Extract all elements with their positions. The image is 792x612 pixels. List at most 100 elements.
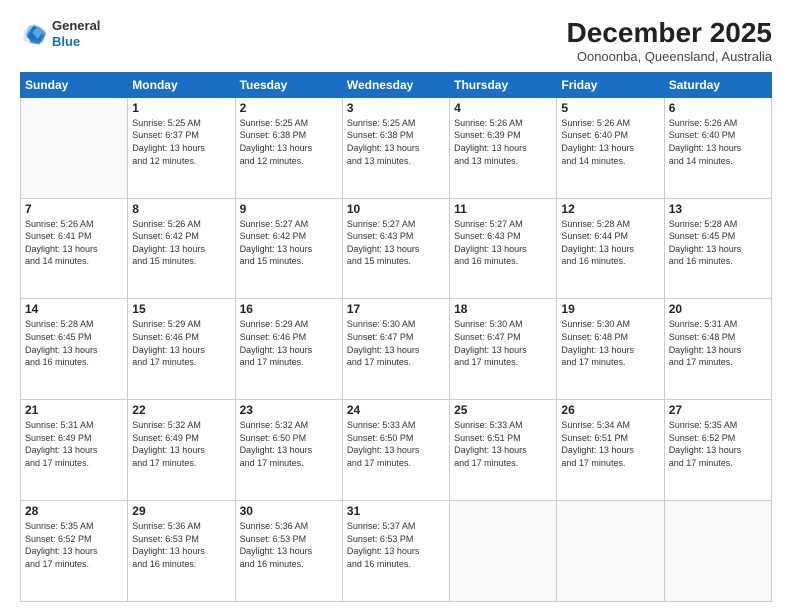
calendar-cell: 15 Sunrise: 5:29 AM Sunset: 6:46 PM Dayli… bbox=[128, 299, 235, 400]
day-number: 14 bbox=[25, 302, 123, 316]
calendar-cell: 7Sunrise: 5:26 AM Sunset: 6:41 PM Daylig… bbox=[21, 198, 128, 299]
day-number: 6 bbox=[669, 101, 767, 115]
cell-sun-info: Sunrise: 5:27 AM Sunset: 6:42 PM Dayligh… bbox=[240, 218, 338, 268]
calendar-cell: 13Sunrise: 5:28 AM Sunset: 6:45 PM Dayli… bbox=[664, 198, 771, 299]
cell-sun-info: Sunrise: 5:35 AM Sunset: 6:52 PM Dayligh… bbox=[25, 520, 123, 570]
cell-sun-info: Sunrise: 5:28 AM Sunset: 6:45 PM Dayligh… bbox=[25, 318, 123, 368]
weekday-header-saturday: Saturday bbox=[664, 72, 771, 97]
title-block: December 2025 Oonoonba, Queensland, Aust… bbox=[567, 18, 772, 64]
calendar-cell: 22 Sunrise: 5:32 AM Sunset: 6:49 PM Dayli… bbox=[128, 400, 235, 501]
calendar-cell: 10 Sunrise: 5:27 AM Sunset: 6:43 PM Dayli… bbox=[342, 198, 449, 299]
calendar-cell: 14 Sunrise: 5:28 AM Sunset: 6:45 PM Dayli… bbox=[21, 299, 128, 400]
day-number: 1 bbox=[132, 101, 230, 115]
location-subtitle: Oonoonba, Queensland, Australia bbox=[567, 49, 772, 64]
calendar-cell: 2Sunrise: 5:25 AM Sunset: 6:38 PM Daylig… bbox=[235, 97, 342, 198]
calendar-cell: 21 Sunrise: 5:31 AM Sunset: 6:49 PM Dayli… bbox=[21, 400, 128, 501]
weekday-header-friday: Friday bbox=[557, 72, 664, 97]
calendar-cell: 8Sunrise: 5:26 AM Sunset: 6:42 PM Daylig… bbox=[128, 198, 235, 299]
day-number: 23 bbox=[240, 403, 338, 417]
calendar-cell bbox=[557, 501, 664, 602]
weekday-header-monday: Monday bbox=[128, 72, 235, 97]
cell-sun-info: Sunrise: 5:28 AM Sunset: 6:44 PM Dayligh… bbox=[561, 218, 659, 268]
cell-sun-info: Sunrise: 5:28 AM Sunset: 6:45 PM Dayligh… bbox=[669, 218, 767, 268]
cell-sun-info: Sunrise: 5:32 AM Sunset: 6:50 PM Dayligh… bbox=[240, 419, 338, 469]
calendar-cell: 17Sunrise: 5:30 AM Sunset: 6:47 PM Dayli… bbox=[342, 299, 449, 400]
day-number: 21 bbox=[25, 403, 123, 417]
weekday-header-thursday: Thursday bbox=[450, 72, 557, 97]
calendar-cell bbox=[664, 501, 771, 602]
cell-sun-info: Sunrise: 5:29 AM Sunset: 6:46 PM Dayligh… bbox=[240, 318, 338, 368]
cell-sun-info: Sunrise: 5:33 AM Sunset: 6:51 PM Dayligh… bbox=[454, 419, 552, 469]
page: General Blue December 2025 Oonoonba, Que… bbox=[0, 0, 792, 612]
day-number: 30 bbox=[240, 504, 338, 518]
calendar-week-3: 14 Sunrise: 5:28 AM Sunset: 6:45 PM Dayli… bbox=[21, 299, 772, 400]
cell-sun-info: Sunrise: 5:33 AM Sunset: 6:50 PM Dayligh… bbox=[347, 419, 445, 469]
calendar-week-5: 28 Sunrise: 5:35 AM Sunset: 6:52 PM Dayli… bbox=[21, 501, 772, 602]
calendar-cell: 29Sunrise: 5:36 AM Sunset: 6:53 PM Dayli… bbox=[128, 501, 235, 602]
day-number: 20 bbox=[669, 302, 767, 316]
weekday-header-tuesday: Tuesday bbox=[235, 72, 342, 97]
calendar-week-4: 21 Sunrise: 5:31 AM Sunset: 6:49 PM Dayli… bbox=[21, 400, 772, 501]
calendar-cell: 12 Sunrise: 5:28 AM Sunset: 6:44 PM Dayli… bbox=[557, 198, 664, 299]
day-number: 10 bbox=[347, 202, 445, 216]
day-number: 26 bbox=[561, 403, 659, 417]
calendar-cell: 25 Sunrise: 5:33 AM Sunset: 6:51 PM Dayli… bbox=[450, 400, 557, 501]
calendar-cell: 11Sunrise: 5:27 AM Sunset: 6:43 PM Dayli… bbox=[450, 198, 557, 299]
day-number: 28 bbox=[25, 504, 123, 518]
calendar-cell: 9 Sunrise: 5:27 AM Sunset: 6:42 PM Daylig… bbox=[235, 198, 342, 299]
day-number: 17 bbox=[347, 302, 445, 316]
cell-sun-info: Sunrise: 5:26 AM Sunset: 6:39 PM Dayligh… bbox=[454, 117, 552, 167]
cell-sun-info: Sunrise: 5:31 AM Sunset: 6:49 PM Dayligh… bbox=[25, 419, 123, 469]
day-number: 7 bbox=[25, 202, 123, 216]
cell-sun-info: Sunrise: 5:25 AM Sunset: 6:37 PM Dayligh… bbox=[132, 117, 230, 167]
day-number: 22 bbox=[132, 403, 230, 417]
cell-sun-info: Sunrise: 5:27 AM Sunset: 6:43 PM Dayligh… bbox=[347, 218, 445, 268]
calendar-cell: 30 Sunrise: 5:36 AM Sunset: 6:53 PM Dayli… bbox=[235, 501, 342, 602]
day-number: 2 bbox=[240, 101, 338, 115]
calendar-cell: 19 Sunrise: 5:30 AM Sunset: 6:48 PM Dayli… bbox=[557, 299, 664, 400]
calendar-cell: 27Sunrise: 5:35 AM Sunset: 6:52 PM Dayli… bbox=[664, 400, 771, 501]
day-number: 24 bbox=[347, 403, 445, 417]
calendar-cell: 28 Sunrise: 5:35 AM Sunset: 6:52 PM Dayli… bbox=[21, 501, 128, 602]
calendar-week-2: 7Sunrise: 5:26 AM Sunset: 6:41 PM Daylig… bbox=[21, 198, 772, 299]
calendar-week-1: 1 Sunrise: 5:25 AM Sunset: 6:37 PM Daylig… bbox=[21, 97, 772, 198]
day-number: 9 bbox=[240, 202, 338, 216]
day-number: 25 bbox=[454, 403, 552, 417]
day-number: 5 bbox=[561, 101, 659, 115]
logo: General Blue bbox=[20, 18, 100, 49]
weekday-header-wednesday: Wednesday bbox=[342, 72, 449, 97]
cell-sun-info: Sunrise: 5:25 AM Sunset: 6:38 PM Dayligh… bbox=[347, 117, 445, 167]
day-number: 12 bbox=[561, 202, 659, 216]
day-number: 19 bbox=[561, 302, 659, 316]
calendar-cell: 26 Sunrise: 5:34 AM Sunset: 6:51 PM Dayli… bbox=[557, 400, 664, 501]
day-number: 8 bbox=[132, 202, 230, 216]
calendar-cell: 3 Sunrise: 5:25 AM Sunset: 6:38 PM Daylig… bbox=[342, 97, 449, 198]
calendar-cell: 18Sunrise: 5:30 AM Sunset: 6:47 PM Dayli… bbox=[450, 299, 557, 400]
day-number: 16 bbox=[240, 302, 338, 316]
logo-icon bbox=[20, 20, 48, 48]
cell-sun-info: Sunrise: 5:37 AM Sunset: 6:53 PM Dayligh… bbox=[347, 520, 445, 570]
cell-sun-info: Sunrise: 5:32 AM Sunset: 6:49 PM Dayligh… bbox=[132, 419, 230, 469]
weekday-header-sunday: Sunday bbox=[21, 72, 128, 97]
cell-sun-info: Sunrise: 5:26 AM Sunset: 6:40 PM Dayligh… bbox=[561, 117, 659, 167]
calendar-cell: 20Sunrise: 5:31 AM Sunset: 6:48 PM Dayli… bbox=[664, 299, 771, 400]
cell-sun-info: Sunrise: 5:34 AM Sunset: 6:51 PM Dayligh… bbox=[561, 419, 659, 469]
calendar-cell: 1 Sunrise: 5:25 AM Sunset: 6:37 PM Daylig… bbox=[128, 97, 235, 198]
day-number: 3 bbox=[347, 101, 445, 115]
cell-sun-info: Sunrise: 5:27 AM Sunset: 6:43 PM Dayligh… bbox=[454, 218, 552, 268]
calendar-cell: 24 Sunrise: 5:33 AM Sunset: 6:50 PM Dayli… bbox=[342, 400, 449, 501]
logo-text-blue: Blue bbox=[52, 34, 100, 50]
calendar-cell bbox=[21, 97, 128, 198]
header: General Blue December 2025 Oonoonba, Que… bbox=[20, 18, 772, 64]
calendar-cell: 23 Sunrise: 5:32 AM Sunset: 6:50 PM Dayli… bbox=[235, 400, 342, 501]
cell-sun-info: Sunrise: 5:26 AM Sunset: 6:40 PM Dayligh… bbox=[669, 117, 767, 167]
calendar-cell bbox=[450, 501, 557, 602]
day-number: 15 bbox=[132, 302, 230, 316]
cell-sun-info: Sunrise: 5:36 AM Sunset: 6:53 PM Dayligh… bbox=[240, 520, 338, 570]
calendar-cell: 16 Sunrise: 5:29 AM Sunset: 6:46 PM Dayli… bbox=[235, 299, 342, 400]
logo-text-general: General bbox=[52, 18, 100, 34]
cell-sun-info: Sunrise: 5:29 AM Sunset: 6:46 PM Dayligh… bbox=[132, 318, 230, 368]
cell-sun-info: Sunrise: 5:30 AM Sunset: 6:47 PM Dayligh… bbox=[454, 318, 552, 368]
calendar-cell: 4Sunrise: 5:26 AM Sunset: 6:39 PM Daylig… bbox=[450, 97, 557, 198]
cell-sun-info: Sunrise: 5:30 AM Sunset: 6:48 PM Dayligh… bbox=[561, 318, 659, 368]
